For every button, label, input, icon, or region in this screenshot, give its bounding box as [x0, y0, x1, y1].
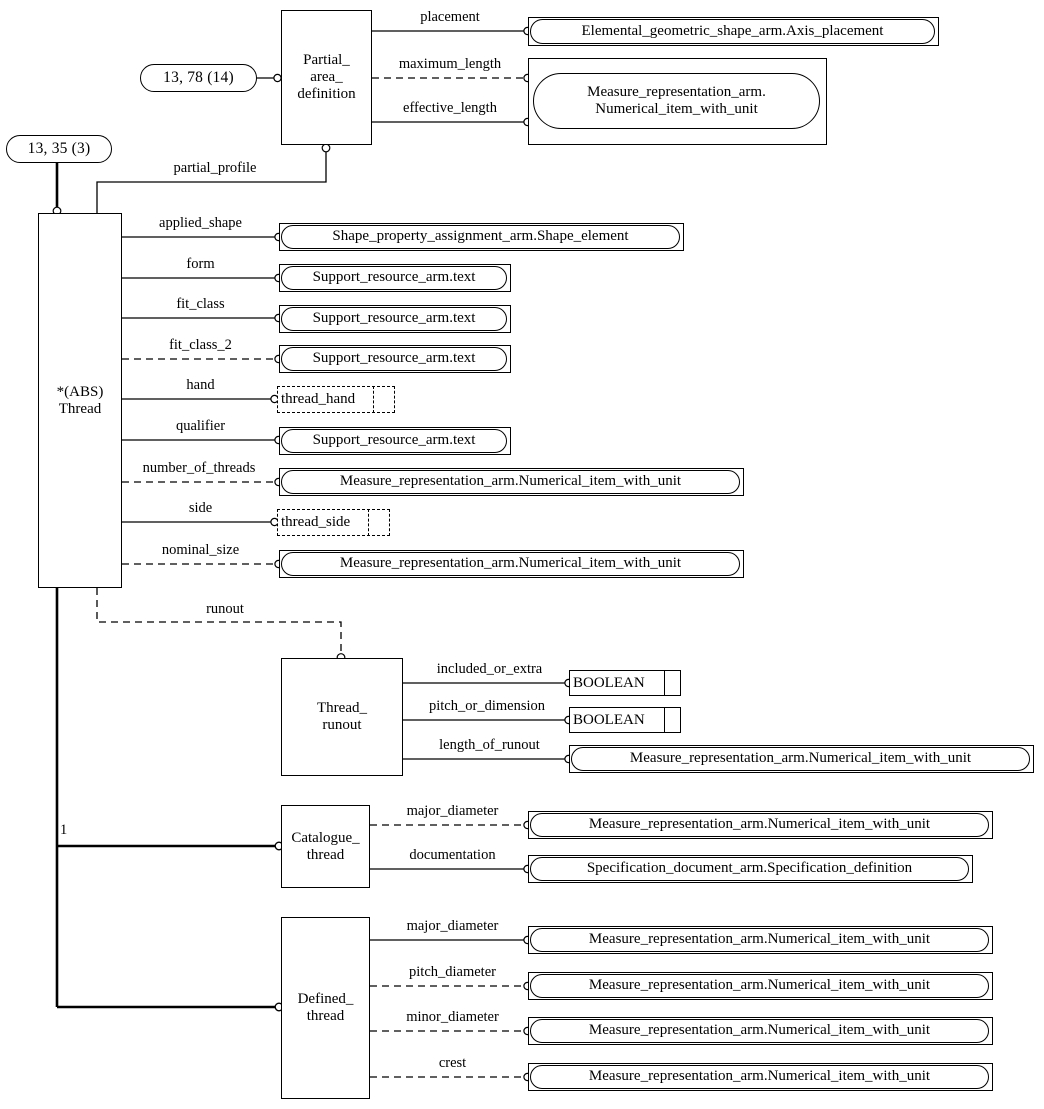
type-axis-placement[interactable]: Elemental_geometric_shape_arm.Axis_place… — [528, 17, 939, 46]
type-support-text-form[interactable]: Support_resource_arm.text — [279, 264, 511, 292]
attr-label-def-minor-diameter: minor_diameter — [406, 1009, 499, 1025]
attr-label-form: form — [186, 256, 215, 272]
page-reference-thread[interactable]: 13, 35 (3) — [6, 135, 112, 163]
type-shape-element-label: Shape_property_assignment_arm.Shape_elem… — [281, 225, 680, 249]
attr-label-fit-class: fit_class — [176, 296, 225, 312]
type-numerical-item-def-minor-diameter[interactable]: Measure_representation_arm.Numerical_ite… — [528, 1017, 993, 1045]
attr-label-length-of-runout: length_of_runout — [439, 737, 540, 753]
type-support-text-label: Support_resource_arm.text — [281, 307, 507, 331]
type-numerical-item-nominal-size[interactable]: Measure_representation_arm.Numerical_ite… — [279, 550, 744, 578]
type-numerical-item-label: Measure_representation_arm.Numerical_ite… — [530, 928, 989, 952]
attr-label-cat-documentation: documentation — [409, 847, 496, 863]
type-numerical-item-label: Measure_representation_arm.Numerical_ite… — [530, 1065, 989, 1089]
entity-thread[interactable]: *(ABS) Thread — [38, 213, 122, 588]
type-shape-element[interactable]: Shape_property_assignment_arm.Shape_elem… — [279, 223, 684, 251]
type-support-text-qualifier[interactable]: Support_resource_arm.text — [279, 427, 511, 455]
type-numerical-item-label: Measure_representation_arm.Numerical_ite… — [571, 747, 1030, 771]
attr-label-fit-class-2: fit_class_2 — [169, 337, 232, 353]
page-reference-label: 13, 35 (3) — [27, 140, 91, 157]
type-boolean-label: BOOLEAN — [573, 711, 645, 728]
type-boolean-label: BOOLEAN — [573, 674, 645, 691]
type-numerical-item-label: Measure_representation_arm.Numerical_ite… — [530, 974, 989, 998]
page-reference-label: 13, 78 (14) — [163, 69, 234, 86]
attr-label-side: side — [188, 500, 213, 516]
circle-partial-profile-source — [321, 143, 331, 153]
type-boolean-divider — [664, 708, 665, 732]
type-thread-hand-label: thread_hand — [281, 391, 356, 407]
type-numerical-item-label: Measure_representation_arm.Numerical_ite… — [530, 1019, 989, 1043]
type-boolean-pitch-or-dimension[interactable]: BOOLEAN — [569, 707, 681, 733]
type-numerical-item-label: Measure_representation_arm.Numerical_ite… — [281, 552, 740, 576]
type-thread-side-label: thread_side — [281, 514, 351, 530]
attr-label-def-crest: crest — [438, 1055, 467, 1071]
type-thread-hand-divider — [373, 386, 375, 413]
attr-label-included-or-extra: included_or_extra — [436, 661, 543, 677]
supertype-cardinality-label: 1 — [60, 822, 68, 838]
attr-label-maximum-length: maximum_length — [398, 56, 502, 72]
type-support-text-fit-class-2[interactable]: Support_resource_arm.text — [279, 345, 511, 373]
type-numerical-item-number-of-threads[interactable]: Measure_representation_arm.Numerical_ite… — [279, 468, 744, 496]
express-g-diagram: 13, 78 (14) 13, 35 (3) Partial_ area_ de… — [0, 0, 1044, 1109]
type-support-text-label: Support_resource_arm.text — [281, 347, 507, 371]
attr-label-effective-length: effective_length — [403, 100, 497, 116]
page-reference-partial-area[interactable]: 13, 78 (14) — [140, 64, 257, 92]
type-specification-definition-label: Specification_document_arm.Specification… — [530, 857, 969, 881]
attr-label-partial-profile: partial_profile — [173, 160, 257, 176]
entity-defined-thread[interactable]: Defined_ thread — [281, 917, 370, 1099]
type-numerical-item-length-of-runout[interactable]: Measure_representation_arm.Numerical_ite… — [569, 745, 1034, 773]
type-axis-placement-label: Elemental_geometric_shape_arm.Axis_place… — [530, 19, 935, 44]
attr-label-number-of-threads: number_of_threads — [142, 460, 256, 476]
type-numerical-item-with-unit[interactable]: Measure_representation_arm. Numerical_it… — [528, 58, 827, 145]
entity-partial-area-definition[interactable]: Partial_ area_ definition — [281, 10, 372, 145]
attr-label-hand: hand — [186, 377, 215, 393]
type-thread-side-divider — [368, 509, 370, 536]
line-runout — [96, 588, 342, 654]
attr-label-def-major-diameter: major_diameter — [406, 918, 499, 934]
attr-label-applied-shape: applied_shape — [159, 215, 242, 231]
type-numerical-item-def-pitch-diameter[interactable]: Measure_representation_arm.Numerical_ite… — [528, 972, 993, 1000]
type-numerical-item-cat-major-diameter[interactable]: Measure_representation_arm.Numerical_ite… — [528, 811, 993, 839]
type-support-text-fit-class[interactable]: Support_resource_arm.text — [279, 305, 511, 333]
entity-thread-runout[interactable]: Thread_ runout — [281, 658, 403, 776]
attr-label-placement: placement — [420, 9, 480, 25]
attr-label-def-pitch-diameter: pitch_diameter — [409, 964, 496, 980]
type-specification-definition[interactable]: Specification_document_arm.Specification… — [528, 855, 973, 883]
type-numerical-item-with-unit-label: Measure_representation_arm. Numerical_it… — [533, 73, 820, 129]
type-boolean-divider — [664, 671, 665, 695]
type-numerical-item-def-major-diameter[interactable]: Measure_representation_arm.Numerical_ite… — [528, 926, 993, 954]
type-numerical-item-label: Measure_representation_arm.Numerical_ite… — [281, 470, 740, 494]
attr-label-cat-major-diameter: major_diameter — [406, 803, 499, 819]
attr-label-pitch-or-dimension: pitch_or_dimension — [429, 698, 545, 714]
attr-label-runout: runout — [206, 601, 244, 617]
type-support-text-label: Support_resource_arm.text — [281, 429, 507, 453]
attr-label-qualifier: qualifier — [175, 418, 226, 434]
attr-label-nominal-size: nominal_size — [161, 542, 240, 558]
type-support-text-label: Support_resource_arm.text — [281, 266, 507, 290]
type-numerical-item-label: Measure_representation_arm.Numerical_ite… — [530, 813, 989, 837]
entity-catalogue-thread[interactable]: Catalogue_ thread — [281, 805, 370, 888]
type-numerical-item-def-crest[interactable]: Measure_representation_arm.Numerical_ite… — [528, 1063, 993, 1091]
type-boolean-included-or-extra[interactable]: BOOLEAN — [569, 670, 681, 696]
